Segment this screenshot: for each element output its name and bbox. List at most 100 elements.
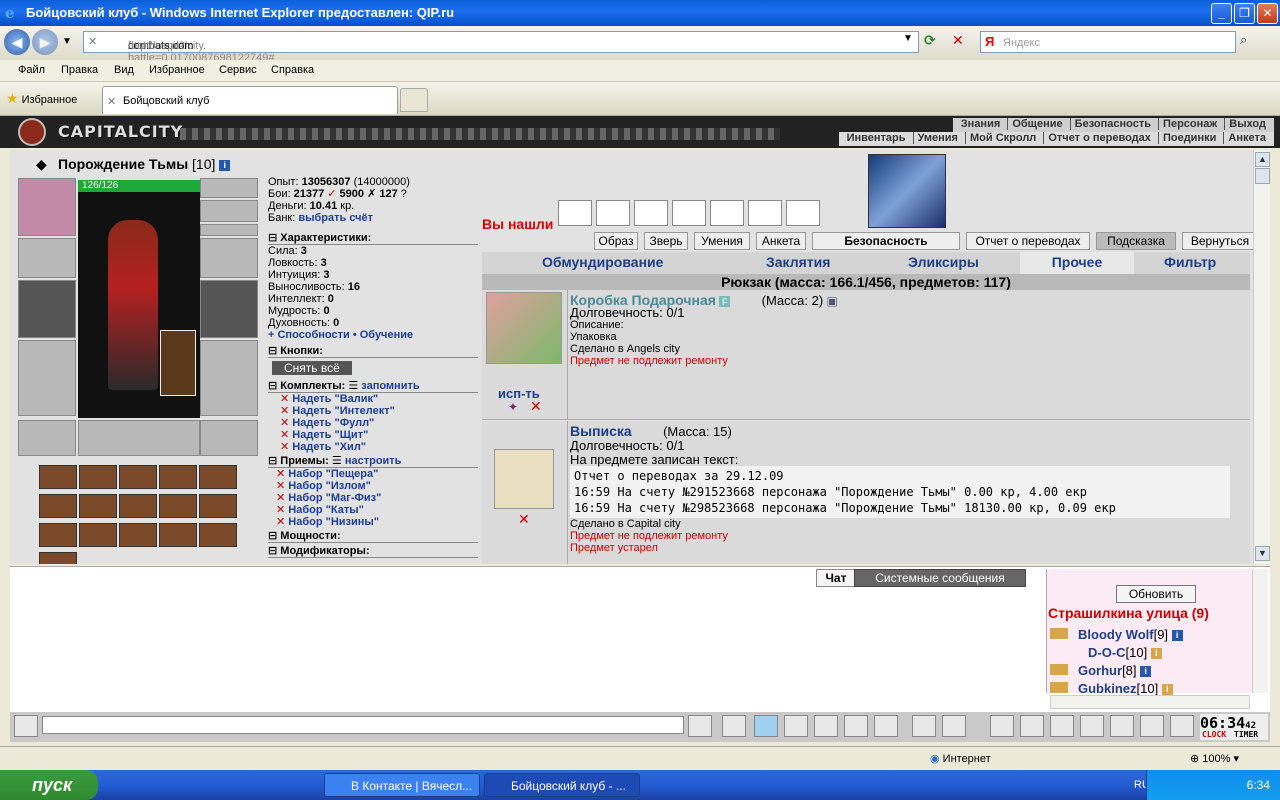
buttons-header[interactable]: ⊟ Кнопки: [268,345,478,358]
online-user[interactable]: Bloody Wolf[9] i [1050,627,1183,642]
emoticon-icon[interactable] [912,715,936,737]
map-icon[interactable] [1020,715,1044,737]
search-icon[interactable]: ⌕ [1240,32,1260,52]
trick-slot[interactable] [39,494,77,518]
pet-image[interactable] [160,330,196,396]
user-name[interactable]: D-O-C [1088,645,1126,660]
set-item[interactable]: Надеть "Щит" [292,429,368,441]
close-button[interactable]: ✕ [1257,3,1278,24]
section-other[interactable]: Прочее [1020,252,1134,274]
save-icon[interactable] [784,715,808,737]
info-icon[interactable]: i [219,159,231,171]
subtab-profile[interactable]: Анкета [756,232,806,250]
section-spells[interactable]: Заклятия [766,254,830,270]
found-item-icon[interactable] [786,200,820,226]
section-filter[interactable]: Фильтр [1164,254,1216,270]
taskbar-item-vkontakte[interactable]: В Контакте | Вячесл... [324,773,480,797]
mods-header[interactable]: ⊟ Модификаторы: [268,545,478,558]
remember-link[interactable]: запомнить [361,380,419,392]
search-field[interactable]: Я Яндекс [980,31,1236,53]
found-item-icon[interactable] [634,200,668,226]
rune-slots[interactable] [78,420,200,456]
weapon-left-slot[interactable] [18,280,76,338]
belt-slot[interactable] [18,420,76,456]
weapon-right-slot[interactable] [200,280,258,338]
armor-slot[interactable] [18,340,76,416]
scroll-down-icon[interactable]: ▼ [1255,546,1270,561]
leggings-slot[interactable] [200,340,258,416]
percent-icon[interactable] [844,715,868,737]
info-icon[interactable]: i [1161,684,1173,696]
bracers-slot[interactable] [18,238,76,278]
menu-tools[interactable]: Сервис [219,64,257,76]
trick-slot[interactable] [39,552,77,564]
sets-header[interactable]: ⊟ Комплекты: ☰ запомнить [268,380,478,393]
trick-set-item[interactable]: Набор "Пещера" [288,468,378,480]
favorites-button[interactable]: ★ Избранное [6,90,77,107]
nav-exit[interactable]: Выход [1224,118,1270,130]
helmet-slot[interactable] [18,178,76,236]
found-item-icon[interactable] [672,200,706,226]
online-user[interactable]: D-O-C[10] i [1088,645,1162,660]
refresh-icon[interactable]: ⟳ [924,32,946,52]
refresh-button[interactable]: Обновить [1116,585,1196,603]
content-scrollbar[interactable]: ▲ ▼ [1253,150,1270,564]
trick-slot[interactable] [199,465,237,489]
send-icon[interactable] [688,715,712,737]
nav-transfer-report[interactable]: Отчет о переводах [1043,132,1155,144]
set-item[interactable]: Надеть "Фулл" [292,417,374,429]
delete-icon[interactable]: ✕ [530,398,542,415]
nav-communication[interactable]: Общение [1007,118,1067,130]
trick-slot[interactable] [199,494,237,518]
forward-button[interactable]: ▶ [32,29,58,55]
section-elixirs[interactable]: Эликсиры [908,254,979,270]
back-button[interactable]: ◀ [4,29,30,55]
nav-knowledge[interactable]: Знания [957,118,1004,130]
nav-security[interactable]: Безопасность [1069,118,1155,130]
section-equipment[interactable]: Обмундирование [542,254,663,270]
nav-battles[interactable]: Поединки [1157,132,1221,144]
exit-icon[interactable] [1170,715,1194,737]
found-item-icon[interactable] [748,200,782,226]
user-name[interactable]: Bloody Wolf [1078,627,1154,642]
subtab-image[interactable]: Образ [594,232,638,250]
start-button[interactable]: пуск [0,770,98,800]
found-item-icon[interactable] [558,200,592,226]
info-icon[interactable]: i [1150,648,1162,660]
trick-slot[interactable] [159,465,197,489]
trick-slot[interactable] [199,523,237,547]
ring-slot[interactable] [200,178,258,198]
trick-slot[interactable] [79,523,117,547]
address-dropdown-icon[interactable]: ▼ [903,33,917,51]
minimize-button[interactable]: _ [1211,3,1232,24]
trick-slot[interactable] [159,494,197,518]
stop-icon[interactable]: ✕ [952,32,972,52]
earring-slot[interactable] [200,224,258,236]
trick-slot[interactable] [119,494,157,518]
use-icon[interactable]: ✦ [508,400,518,414]
gloves-slot[interactable] [200,238,258,278]
tab-system-messages[interactable]: Системные сообщения [854,569,1026,587]
smiley-icon[interactable] [14,715,38,737]
online-hscrollbar[interactable] [1050,695,1250,709]
trick-set-item[interactable]: Набор "Излом" [288,480,371,492]
trick-slot[interactable] [119,523,157,547]
found-item-icon[interactable] [710,200,744,226]
maximize-button[interactable]: ❐ [1234,3,1255,24]
menu-edit[interactable]: Правка [61,64,98,76]
set-item[interactable]: Надеть "Валик" [292,393,378,405]
user-name[interactable]: Gorhur [1078,663,1122,678]
flag-icon[interactable] [1140,715,1164,737]
online-scrollbar[interactable] [1252,569,1268,693]
subtab-back[interactable]: Вернуться [1182,232,1258,250]
menu-file[interactable]: Файл [18,64,45,76]
tricks-header[interactable]: ⊟ Приемы: ☰ настроить [268,455,478,468]
configure-link[interactable]: настроить [345,455,402,467]
subtab-security[interactable]: Безопасность [812,232,960,250]
subtab-skills[interactable]: Умения [694,232,750,250]
menu-view[interactable]: Вид [114,64,134,76]
group-icon[interactable] [942,715,966,737]
people-icon[interactable] [1050,715,1074,737]
online-user[interactable]: Gubkinez[10] i [1050,681,1173,696]
trick-slot[interactable] [39,523,77,547]
